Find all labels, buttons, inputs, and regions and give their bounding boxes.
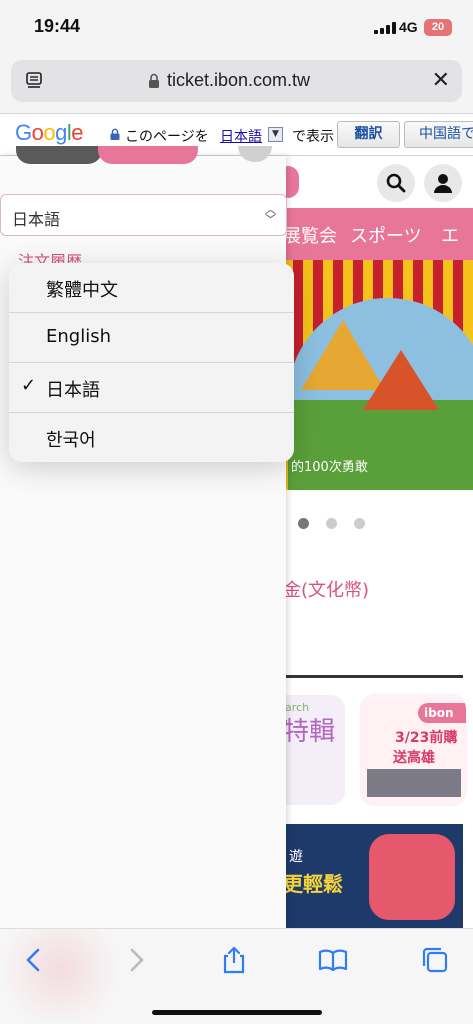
status-bar: 19:44 4G 20 (0, 0, 473, 56)
travel-banner[interactable]: 遊 更輕鬆 (283, 824, 463, 928)
checkmark-icon: ✓ (21, 375, 37, 396)
van-illustration (369, 834, 455, 920)
lock-icon (110, 128, 120, 140)
bookmarks-icon[interactable] (318, 945, 348, 975)
language-option-english[interactable]: English (9, 313, 294, 363)
language-option-korean[interactable]: 한국어 (9, 413, 294, 462)
chevron-down-icon[interactable]: ▼ (268, 127, 283, 142)
banner-caption: 的100次勇敢 (291, 460, 368, 475)
lock-icon (149, 73, 159, 88)
close-icon[interactable]: ✕ (432, 70, 450, 92)
forward-icon[interactable] (121, 945, 151, 975)
menu-button-pink[interactable] (98, 146, 198, 164)
language-dropdown: 繁體中文 English ✓ 日本語 한국어 (9, 263, 294, 462)
translate-prefix: このページを (125, 129, 209, 145)
back-icon[interactable] (19, 945, 49, 975)
nav-item-more[interactable]: エ (441, 222, 459, 248)
nav-item-exhibition[interactable]: 展覧会 (283, 222, 337, 248)
tent-illustration (363, 350, 439, 410)
language-select[interactable]: 日本語 ︿ ﹀ (0, 194, 287, 236)
google-logo: Google (15, 120, 84, 145)
menu-button-round[interactable] (238, 146, 272, 162)
search-button[interactable] (377, 164, 415, 202)
card-image (367, 769, 461, 797)
culture-coin-text[interactable]: 金(文化幣) (283, 576, 369, 602)
ibon-tag: ibon (418, 703, 466, 723)
network-type: 4G (399, 19, 418, 35)
promo-card[interactable]: arch 特輯 (283, 695, 345, 805)
divider (283, 675, 463, 678)
status-time: 19:44 (34, 16, 81, 36)
account-button[interactable] (424, 164, 462, 202)
user-icon (434, 174, 452, 193)
translate-button[interactable]: 翻訳 (337, 121, 400, 148)
menu-button-dark[interactable] (16, 146, 102, 164)
translate-suffix: で表示 (292, 129, 334, 145)
hero-banner[interactable]: 的100次勇敢 (283, 260, 473, 490)
translate-to-chinese-button[interactable]: 中国語で (404, 121, 473, 148)
address-bar[interactable]: ticket.ibon.com.tw ✕ (11, 60, 462, 102)
promo-card[interactable]: ibon 3/23前購 送高雄 (361, 695, 466, 805)
nav-item-sports[interactable]: スポーツ (350, 222, 422, 248)
language-option-japanese[interactable]: ✓ 日本語 (9, 363, 294, 413)
language-option-traditional-chinese[interactable]: 繁體中文 (9, 263, 294, 313)
tabs-icon[interactable] (420, 945, 450, 975)
home-indicator (152, 1010, 322, 1015)
source-language-link[interactable]: 日本語 (220, 126, 262, 146)
url-text[interactable]: ticket.ibon.com.tw (167, 70, 310, 91)
select-chevron-icon: ︿ ﹀ (265, 203, 276, 226)
address-bar-area: ticket.ibon.com.tw ✕ (0, 56, 473, 113)
signal-icon (374, 22, 396, 34)
search-icon (386, 173, 406, 193)
battery-icon: 20 (424, 19, 452, 36)
reader-icon[interactable] (25, 72, 43, 90)
share-icon[interactable] (219, 945, 249, 975)
